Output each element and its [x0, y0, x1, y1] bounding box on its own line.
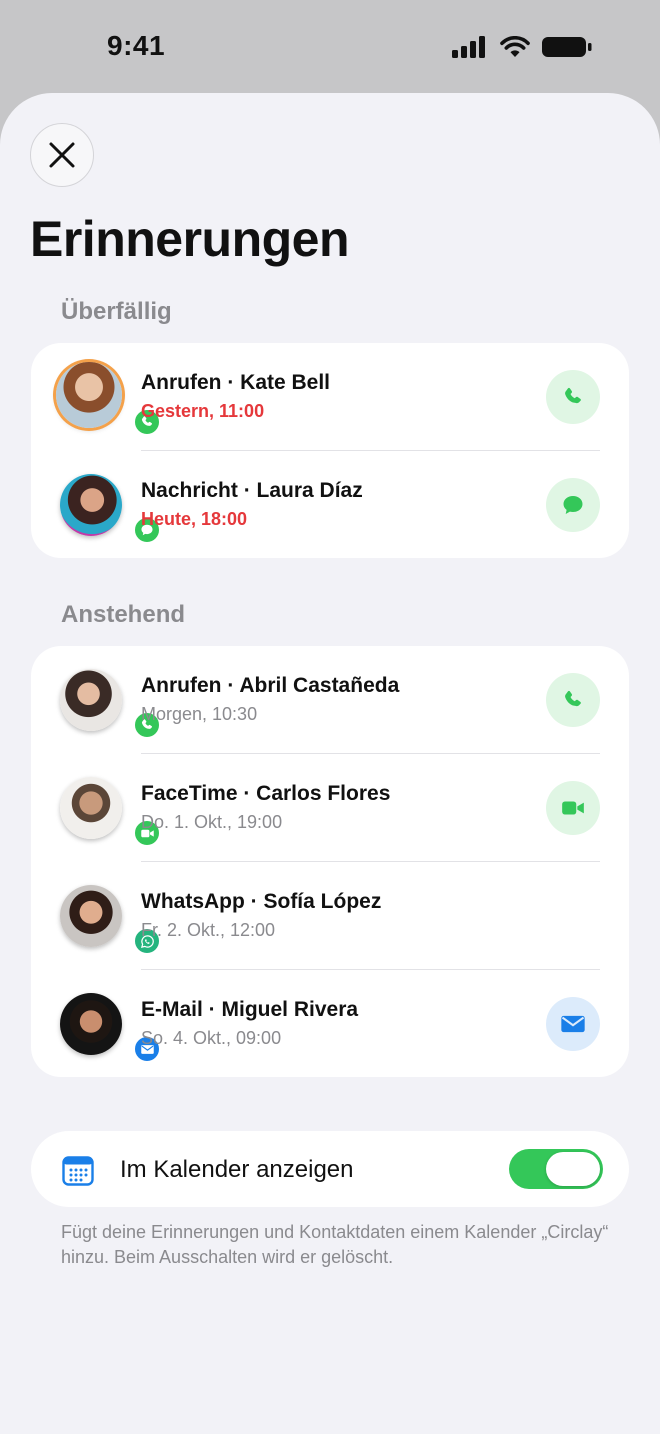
avatar: [60, 669, 122, 731]
mail-icon: [561, 1015, 585, 1033]
close-icon: [49, 142, 75, 168]
row-time: Fr. 2. Okt., 12:00: [141, 920, 276, 940]
calendar-toggle[interactable]: [509, 1149, 603, 1189]
message-icon: [563, 496, 583, 514]
avatar: [60, 474, 122, 536]
calendar-icon: [62, 1156, 94, 1186]
list-item[interactable]: FaceTime · Carlos Flores Do. 1. Okt., 19…: [31, 754, 629, 862]
phone-icon: [565, 690, 581, 707]
status-time: 9:41: [107, 30, 166, 61]
section-label-upcoming: Anstehend: [61, 601, 186, 628]
cellular-signal-icon: [452, 36, 485, 58]
list-item[interactable]: Nachricht · Laura Díaz Heute, 18:00: [31, 451, 629, 559]
avatar: [56, 362, 122, 428]
row-title: WhatsApp · Sofía López: [141, 890, 382, 913]
close-button[interactable]: [30, 123, 94, 187]
row-time: Do. 1. Okt., 19:00: [141, 812, 283, 832]
row-title: Nachricht · Laura Díaz: [141, 479, 363, 502]
list-item[interactable]: WhatsApp · Sofía López Fr. 2. Okt., 12:0…: [31, 862, 629, 970]
calendar-setting-label: Im Kalender anzeigen: [120, 1156, 354, 1183]
section-label-overdue: Überfällig: [61, 298, 172, 325]
mail-button[interactable]: [546, 997, 600, 1051]
list-item[interactable]: Anrufen · Abril Castañeda Morgen, 10:30: [31, 646, 629, 754]
avatar: [60, 885, 122, 947]
toggle-knob: [546, 1152, 600, 1186]
status-bar: 9:41: [0, 0, 660, 94]
page-title: Erinnerungen: [30, 211, 350, 267]
facetime-button[interactable]: [546, 781, 600, 835]
avatar: [60, 777, 122, 839]
call-button[interactable]: [546, 370, 600, 424]
list-item[interactable]: Anrufen · Kate Bell Gestern, 11:00: [31, 343, 629, 451]
upcoming-card: Anrufen · Abril Castañeda Morgen, 10:30 …: [31, 646, 629, 1077]
row-time: Gestern, 11:00: [141, 401, 265, 421]
wifi-icon: [500, 36, 530, 57]
status-icons: [452, 36, 592, 58]
call-button[interactable]: [546, 673, 600, 727]
avatar: [60, 993, 122, 1055]
calendar-setting-row: Im Kalender anzeigen: [31, 1131, 629, 1207]
message-button[interactable]: [546, 478, 600, 532]
row-time: So. 4. Okt., 09:00: [141, 1028, 282, 1048]
overdue-card: Anrufen · Kate Bell Gestern, 11:00 Nachr…: [31, 343, 629, 558]
row-time: Heute, 18:00: [141, 509, 248, 529]
row-time: Morgen, 10:30: [141, 704, 258, 724]
phone-icon: [565, 387, 581, 404]
video-icon: [562, 801, 584, 815]
row-title: Anrufen · Abril Castañeda: [141, 674, 400, 697]
row-title: Anrufen · Kate Bell: [141, 371, 331, 394]
battery-icon: [542, 37, 592, 57]
row-title: E-Mail · Miguel Rivera: [141, 998, 359, 1021]
list-item[interactable]: E-Mail · Miguel Rivera So. 4. Okt., 09:0…: [31, 970, 629, 1078]
calendar-footnote: Fügt deine Erinnerungen und Kontaktdaten…: [61, 1222, 609, 1267]
row-title: FaceTime · Carlos Flores: [141, 782, 391, 805]
